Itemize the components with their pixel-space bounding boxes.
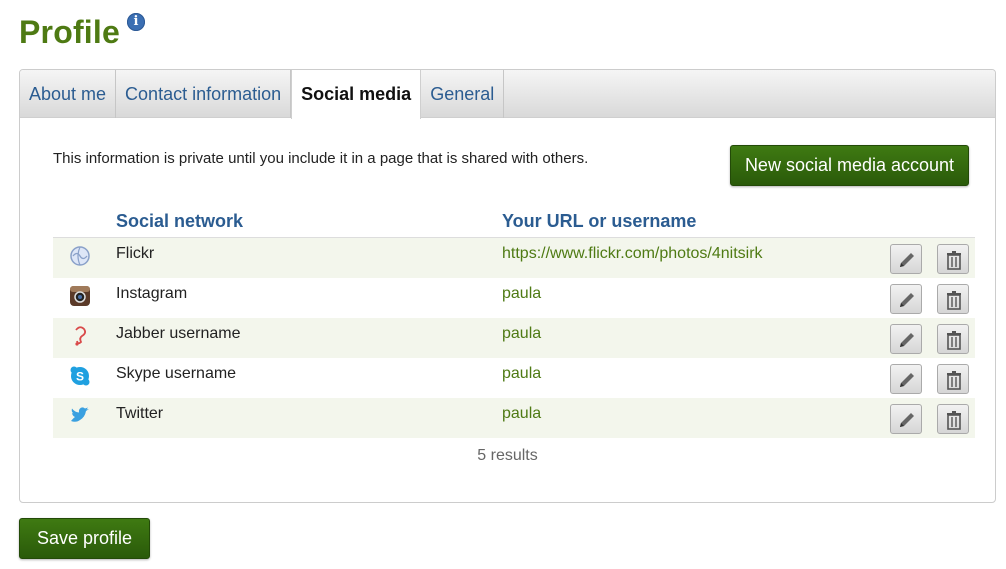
delete-button[interactable] bbox=[937, 364, 969, 394]
instagram-icon bbox=[69, 285, 91, 307]
jabber-icon bbox=[69, 325, 91, 347]
new-social-media-account-button[interactable]: New social media account bbox=[730, 145, 969, 186]
delete-button[interactable] bbox=[937, 404, 969, 434]
row-url-value: paula bbox=[502, 405, 542, 422]
row-network-name: Jabber username bbox=[116, 325, 241, 342]
pencil-icon bbox=[900, 293, 914, 307]
pencil-icon bbox=[900, 333, 914, 347]
row-url-value: paula bbox=[502, 325, 542, 342]
save-profile-button[interactable]: Save profile bbox=[19, 518, 150, 559]
trash-icon bbox=[947, 251, 961, 270]
edit-button[interactable] bbox=[890, 364, 922, 394]
edit-button[interactable] bbox=[890, 284, 922, 314]
tab-about-me[interactable]: About me bbox=[20, 70, 117, 118]
skype-icon: S bbox=[69, 365, 91, 387]
row-url-value: https://www.flickr.com/photos/4nitsirk bbox=[502, 245, 763, 262]
column-header-url-username: Your URL or username bbox=[502, 211, 697, 231]
delete-button[interactable] bbox=[937, 324, 969, 354]
row-network-name: Instagram bbox=[116, 285, 188, 302]
flickr-icon bbox=[69, 245, 91, 267]
tab-social-media[interactable]: Social media bbox=[291, 70, 422, 119]
pencil-icon bbox=[900, 373, 914, 387]
edit-button[interactable] bbox=[890, 324, 922, 354]
row-network-name: Twitter bbox=[116, 405, 164, 422]
pencil-icon bbox=[900, 253, 914, 267]
privacy-note: This information is private until you in… bbox=[53, 150, 589, 167]
trash-icon bbox=[947, 371, 961, 390]
delete-button[interactable] bbox=[937, 244, 969, 274]
profile-panel: About me Contact information Social medi… bbox=[19, 69, 996, 503]
trash-icon bbox=[947, 291, 961, 310]
results-count: 5 results bbox=[477, 447, 538, 464]
tab-bar: About me Contact information Social medi… bbox=[20, 70, 995, 119]
row-url-value: paula bbox=[502, 285, 542, 302]
row-network-name: Flickr bbox=[116, 245, 155, 262]
table-row: Instagram paula bbox=[53, 278, 975, 318]
tab-general[interactable]: General bbox=[421, 70, 505, 118]
table-row: Flickr https://www.flickr.com/photos/4ni… bbox=[53, 238, 975, 278]
trash-icon bbox=[947, 411, 961, 430]
twitter-icon bbox=[69, 405, 91, 427]
svg-text:S: S bbox=[76, 370, 84, 384]
row-url-value: paula bbox=[502, 365, 542, 382]
edit-button[interactable] bbox=[890, 244, 922, 274]
edit-button[interactable] bbox=[890, 404, 922, 434]
trash-icon bbox=[947, 331, 961, 350]
page-title: Profile bbox=[19, 14, 120, 50]
pencil-icon bbox=[900, 413, 914, 427]
table-row: Jabber username paula bbox=[53, 318, 975, 358]
table-row: Twitter paula bbox=[53, 398, 975, 438]
info-icon[interactable]: i bbox=[127, 13, 145, 31]
delete-button[interactable] bbox=[937, 284, 969, 314]
table-row: S Skype username paula bbox=[53, 358, 975, 398]
tab-contact-information[interactable]: Contact information bbox=[116, 70, 292, 118]
column-header-social-network: Social network bbox=[116, 211, 244, 231]
row-network-name: Skype username bbox=[116, 365, 237, 382]
